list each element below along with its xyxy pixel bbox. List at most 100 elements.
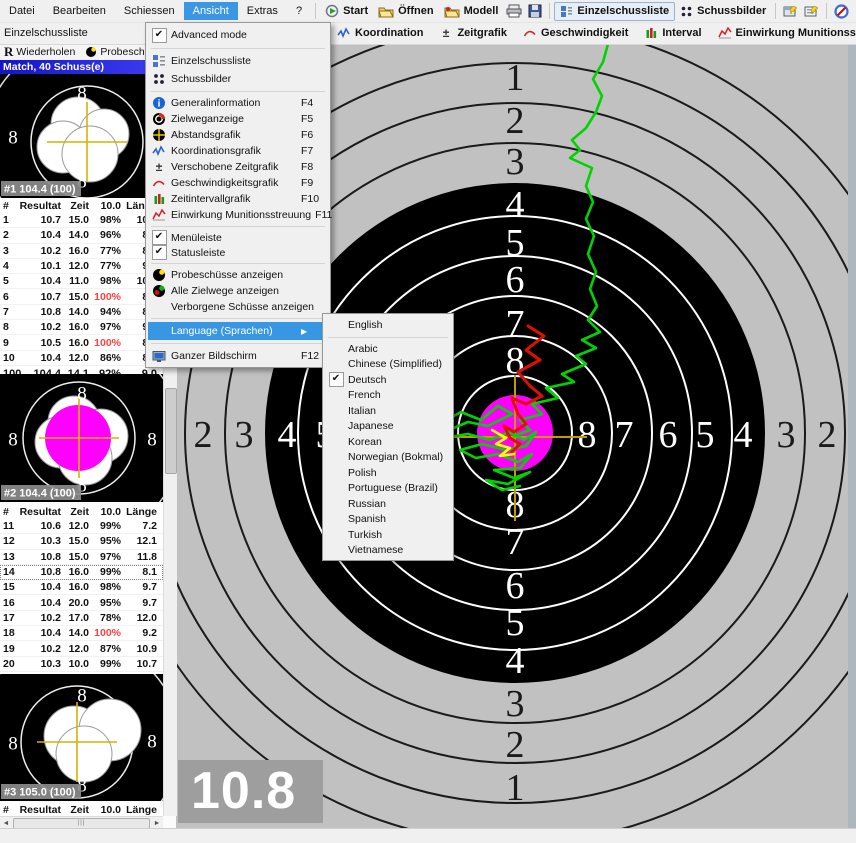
table-row[interactable]: 1410.816.099%8.1 [0, 565, 163, 580]
menubar-item-[interactable]: ? [287, 2, 311, 20]
table-row[interactable]: 1810.414.0100%9.2 [0, 626, 163, 641]
language-item-arabic[interactable]: Arabic [325, 341, 451, 357]
table-row[interactable]: 1210.315.095%12.1 [0, 534, 163, 549]
menu-item-zeitintervallgrafik[interactable]: ZeitintervallgrafikF10 [148, 191, 328, 207]
language-item-vietnamese[interactable]: Vietnamese [325, 543, 451, 559]
menubar-item-datei[interactable]: Datei [0, 2, 44, 20]
save-button[interactable] [525, 2, 545, 20]
table-row[interactable]: 510.411.098%10.2 [0, 274, 163, 289]
language-item-turkish[interactable]: Turkish [325, 527, 451, 543]
menu-item-probesch-sse-anzeigen[interactable]: Probeschüsse anzeigen [148, 267, 328, 283]
open-button[interactable]: Öffnen [373, 3, 438, 20]
ring-number: 6 [506, 259, 525, 301]
scrollbar-thumb[interactable] [165, 388, 177, 474]
menu-separator [328, 337, 448, 338]
language-item-chinese-simplified[interactable]: Chinese (Simplified) [325, 357, 451, 373]
menu-item-verborgene-sch-sse-anzeigen[interactable]: Verborgene Schüsse anzeigen [148, 299, 328, 315]
language-item-russian[interactable]: Russian [325, 496, 451, 512]
language-item-korean[interactable]: Korean [325, 434, 451, 450]
table-row[interactable]: 410.112.077%9.1 [0, 259, 163, 274]
menu-item-generalinformation[interactable]: iGeneralinformationF4 [148, 95, 328, 111]
repeat-button[interactable]: R Wiederholen [4, 44, 75, 60]
table-row[interactable]: 1010.412.086%8.2 [0, 351, 163, 366]
language-item-norwegian-bokmal[interactable]: Norwegian (Bokmal) [325, 450, 451, 466]
match-header[interactable]: Match, 40 Schuss(e) [0, 60, 163, 74]
shot-target-thumbnail-2[interactable]: 8888#2 104.4 (100) [0, 374, 163, 502]
interval-bars-icon-slot [149, 192, 169, 206]
table-row[interactable]: 2010.310.099%10.7 [0, 657, 163, 672]
menu-separator [151, 343, 325, 344]
model-button[interactable]: Modell [439, 3, 504, 20]
table-row[interactable]: 1610.420.095%9.7 [0, 595, 163, 610]
einzelschussliste-button[interactable]: Einzelschussliste [554, 2, 675, 21]
table-row[interactable]: 1710.217.078%12.0 [0, 611, 163, 626]
language-item-french[interactable]: French [325, 388, 451, 404]
language-item-portuguese-brazil[interactable]: Portuguese (Brazil) [325, 481, 451, 497]
menu-item-statusleiste[interactable]: ✔Statusleiste [148, 245, 328, 260]
table-row[interactable]: 610.715.0100%8.5 [0, 289, 163, 304]
stop-session-button[interactable] [831, 2, 852, 21]
menu-item-koordinationsgrafik[interactable]: KoordinationsgrafikF7 [148, 143, 328, 159]
language-item-polish[interactable]: Polish [325, 465, 451, 481]
viewbar-geschwindigkeit-button[interactable]: Geschwindigkeit [518, 24, 633, 42]
language-item-spanish[interactable]: Spanish [325, 512, 451, 528]
menubar-item-ansicht[interactable]: Ansicht [184, 2, 238, 20]
ring-number: 2 [818, 414, 837, 456]
vertical-scrollbar-main[interactable] [848, 44, 856, 828]
model-label: Modell [464, 5, 499, 17]
export-window-button[interactable] [780, 3, 801, 20]
table-row[interactable]: 110.715.098%10.3 [0, 213, 163, 228]
menu-item-schussbilder[interactable]: Schussbilder [148, 70, 328, 88]
menu-item-einzelschussliste[interactable]: Einzelschussliste [148, 52, 328, 70]
scrollbar-thumb[interactable]: ||| [13, 818, 150, 829]
start-button[interactable]: Start [320, 2, 373, 20]
menubar-item-bearbeiten[interactable]: Bearbeiten [44, 2, 115, 20]
scroll-right-arrow[interactable]: ► [151, 820, 163, 827]
table-row[interactable]: 810.216.097%9.4 [0, 320, 163, 335]
menu-shortcut: F6 [297, 129, 325, 141]
scroll-left-arrow[interactable]: ◄ [0, 820, 12, 827]
menu-item-geschwindigkeitsgrafik[interactable]: GeschwindigkeitsgrafikF9 [148, 175, 328, 191]
menu-item-label: Generalinformation [169, 97, 297, 109]
menu-item-alle-zielwege-anzeigen[interactable]: Alle Zielwege anzeigen [148, 283, 328, 299]
table-row[interactable]: 1910.212.087%10.9 [0, 641, 163, 656]
language-item-japanese[interactable]: Japanese [325, 419, 451, 435]
viewbar-interval-button[interactable]: Interval [639, 24, 706, 42]
shot-target-thumbnail-3[interactable]: 8888#3 105.0 (100) [0, 674, 163, 801]
table-row[interactable]: 910.516.0100%8.8 [0, 335, 163, 350]
menu-item-zielweganzeige[interactable]: ZielweganzeigeF5 [148, 111, 328, 127]
table-row[interactable]: 210.414.096%8.4 [0, 228, 163, 243]
menu-item-label: Alle Zielwege anzeigen [169, 285, 297, 297]
menu-item-advanced-mode[interactable]: ✔Advanced mode [148, 25, 328, 45]
table-row[interactable]: 710.814.094%8.3 [0, 305, 163, 320]
menu-item-abstandsgrafik[interactable]: AbstandsgrafikF6 [148, 127, 328, 143]
menu-item-einwirkung-munitionsstreuung[interactable]: Einwirkung MunitionsstreuungF11 [148, 207, 328, 223]
ring-number: 6 [659, 414, 678, 456]
cell: 10.9 [124, 643, 160, 655]
menu-item-ganzer-bildschirm[interactable]: Ganzer BildschirmF12 [148, 347, 328, 365]
svg-text:#3 105.0 (100): #3 105.0 (100) [4, 787, 76, 799]
table-row[interactable]: 1510.416.098%9.7 [0, 580, 163, 595]
table-row[interactable]: 310.216.077%8.6 [0, 244, 163, 259]
menu-item-verschobene-zeitgrafik[interactable]: ±Verschobene ZeitgrafikF8 [148, 159, 328, 175]
menu-item-language-sprachen[interactable]: Language (Sprachen)▶ [148, 322, 328, 340]
language-item-deutsch[interactable]: ✔Deutsch [325, 372, 451, 388]
svg-text:±: ± [443, 26, 450, 40]
ring-number: 4 [506, 640, 525, 682]
cell: 10.4 [18, 597, 64, 609]
viewbar-einwirkung-munitionsstreuung-button[interactable]: Einwirkung Munitionsstreuung [713, 24, 856, 42]
language-item-english[interactable]: English [325, 316, 451, 334]
language-item-italian[interactable]: Italian [325, 403, 451, 419]
shot-target-thumbnail-1[interactable]: 8888#1 104.4 (100) [0, 74, 163, 198]
menu-item-men-leiste[interactable]: ✔Menüleiste [148, 230, 328, 245]
viewbar-zeitgrafik-button[interactable]: ±Zeitgrafik [434, 24, 512, 42]
cell: 15.0 [64, 291, 92, 303]
table-row[interactable]: 1310.815.097%11.8 [0, 550, 163, 565]
table-row[interactable]: 1110.612.099%7.2 [0, 519, 163, 534]
menubar-item-schiessen[interactable]: Schiessen [115, 2, 184, 20]
export-report-button[interactable] [801, 3, 822, 20]
schussbilder-button[interactable]: Schussbilder [675, 3, 771, 20]
print-button[interactable] [503, 2, 525, 20]
viewbar-koordination-button[interactable]: Koordination [332, 24, 428, 42]
menubar-item-extras[interactable]: Extras [238, 2, 287, 20]
